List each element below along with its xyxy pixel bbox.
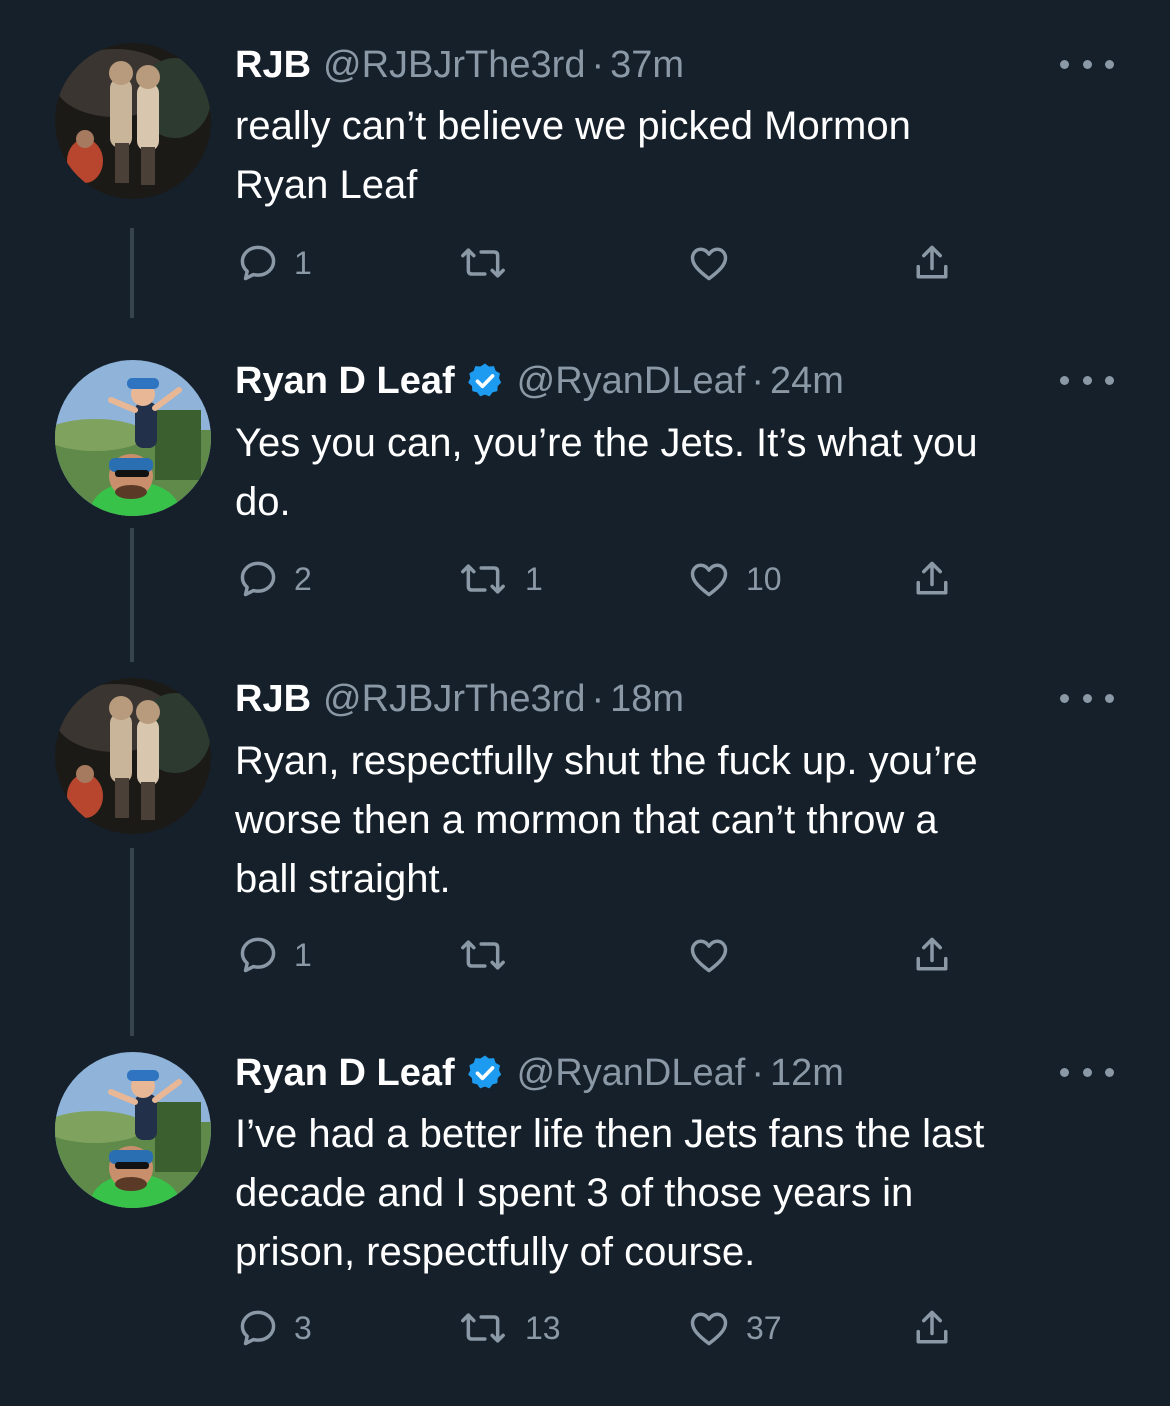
tweet-text-line: ball straight. — [235, 857, 451, 901]
more-options-icon[interactable] — [1060, 1057, 1114, 1087]
tweet-header: Ryan D Leaf @RyanDLeaf · 12m — [235, 1050, 844, 1096]
tweet-text-line: do. — [235, 480, 291, 524]
reply-icon — [240, 937, 276, 973]
display-name[interactable]: Ryan D Leaf — [235, 1050, 455, 1096]
display-name[interactable]: RJB — [235, 676, 311, 722]
reply-icon — [240, 561, 276, 597]
retweet-count: 1 — [525, 560, 543, 597]
tweet-header: RJB @RJBJrThe3rd · 18m — [235, 676, 684, 722]
retweet-icon — [461, 564, 505, 594]
reply-icon — [240, 245, 276, 281]
share-icon — [916, 1310, 948, 1344]
share-icon — [916, 245, 948, 279]
display-name[interactable]: Ryan D Leaf — [235, 358, 455, 404]
display-name[interactable]: RJB — [235, 42, 311, 88]
avatar[interactable] — [55, 360, 211, 516]
tweet-header: RJB @RJBJrThe3rd · 37m — [235, 42, 684, 88]
retweet-button[interactable] — [455, 238, 525, 288]
like-button[interactable]: 37 — [686, 1303, 782, 1353]
avatar-rjb-icon — [55, 678, 211, 834]
more-options-icon[interactable] — [1060, 49, 1114, 79]
avatar-ryan-icon — [55, 1052, 211, 1208]
reply-count: 1 — [294, 244, 312, 281]
reply-count: 1 — [294, 936, 312, 973]
separator-dot: · — [751, 1052, 764, 1094]
like-button[interactable]: 10 — [686, 554, 782, 604]
separator-dot: · — [591, 678, 605, 720]
like-button[interactable] — [686, 930, 746, 980]
tweet-text: Yes you can, you’re the Jets. It’s what … — [235, 414, 1115, 532]
avatar-rjb-icon — [55, 43, 211, 199]
tweet-text: really can’t believe we picked Mormon Ry… — [235, 97, 1115, 215]
avatar-ryan-icon — [55, 360, 211, 516]
reply-button[interactable]: 3 — [236, 1303, 312, 1353]
tweet-actions: 1 — [0, 238, 1170, 288]
tweet-text-line: Ryan Leaf — [235, 163, 418, 207]
heart-icon — [690, 1312, 728, 1346]
retweet-button[interactable] — [455, 930, 525, 980]
tweet[interactable]: Ryan D Leaf @RyanDLeaf · 24m Yes you can… — [0, 318, 1170, 662]
share-icon — [916, 937, 948, 971]
tweet[interactable]: RJB @RJBJrThe3rd · 37m really can’t beli… — [0, 0, 1170, 318]
tweet[interactable]: Ryan D Leaf @RyanDLeaf · 12m I’ve had a … — [0, 1012, 1170, 1406]
verified-badge-icon — [465, 1053, 505, 1093]
tweet-text-line: decade and I spent 3 of those years in — [235, 1171, 914, 1215]
share-button[interactable] — [910, 930, 954, 980]
tweet-text-line: I’ve had a better life then Jets fans th… — [235, 1112, 985, 1156]
retweet-count: 13 — [525, 1309, 561, 1346]
reply-icon — [240, 1310, 276, 1346]
user-handle[interactable]: @RJBJrThe3rd — [323, 42, 585, 88]
user-handle[interactable]: @RyanDLeaf — [517, 1050, 746, 1096]
tweet-text: I’ve had a better life then Jets fans th… — [235, 1105, 1115, 1282]
reply-button[interactable]: 2 — [236, 554, 312, 604]
avatar[interactable] — [55, 43, 211, 199]
tweet-actions: 3 13 37 — [0, 1303, 1170, 1353]
like-button[interactable] — [686, 238, 746, 288]
heart-icon — [690, 563, 728, 597]
tweet-text-line: prison, respectfully of course. — [235, 1230, 756, 1274]
tweet-text-line: worse then a mormon that can’t throw a — [235, 798, 938, 842]
timestamp[interactable]: 18m — [610, 676, 684, 722]
verified-badge-icon — [465, 361, 505, 401]
tweet-text-line: Yes you can, you’re the Jets. It’s what … — [235, 421, 978, 465]
avatar[interactable] — [55, 678, 211, 834]
user-handle[interactable]: @RyanDLeaf — [517, 358, 746, 404]
retweet-icon — [461, 1313, 505, 1343]
timestamp[interactable]: 37m — [610, 42, 684, 88]
share-button[interactable] — [910, 238, 954, 288]
reply-count: 2 — [294, 560, 312, 597]
conversation-thread: RJB @RJBJrThe3rd · 37m really can’t beli… — [0, 0, 1170, 1406]
reply-button[interactable]: 1 — [236, 930, 312, 980]
like-count: 37 — [746, 1309, 782, 1346]
user-handle[interactable]: @RJBJrThe3rd — [323, 676, 585, 722]
retweet-button[interactable]: 1 — [455, 554, 543, 604]
tweet-text: Ryan, respectfully shut the fuck up. you… — [235, 732, 1115, 909]
retweet-button[interactable]: 13 — [455, 1303, 561, 1353]
reply-button[interactable]: 1 — [236, 238, 312, 288]
reply-count: 3 — [294, 1309, 312, 1346]
share-icon — [916, 561, 948, 595]
more-options-icon[interactable] — [1060, 683, 1114, 713]
tweet-text-line: Ryan, respectfully shut the fuck up. you… — [235, 739, 978, 783]
separator-dot: · — [751, 360, 764, 402]
separator-dot: · — [591, 44, 605, 86]
share-button[interactable] — [910, 1303, 954, 1353]
tweet-actions: 1 — [0, 930, 1170, 980]
avatar[interactable] — [55, 1052, 211, 1208]
like-count: 10 — [746, 560, 782, 597]
share-button[interactable] — [910, 554, 954, 604]
tweet-header: Ryan D Leaf @RyanDLeaf · 24m — [235, 358, 844, 404]
retweet-icon — [461, 248, 505, 278]
tweet-text-line: really can’t believe we picked Mormon — [235, 104, 911, 148]
more-options-icon[interactable] — [1060, 365, 1114, 395]
heart-icon — [690, 939, 728, 973]
retweet-icon — [461, 940, 505, 970]
timestamp[interactable]: 12m — [770, 1050, 844, 1096]
timestamp[interactable]: 24m — [770, 358, 844, 404]
heart-icon — [690, 247, 728, 281]
tweet[interactable]: RJB @RJBJrThe3rd · 18m Ryan, respectfull… — [0, 636, 1170, 1036]
tweet-actions: 2 1 10 — [0, 554, 1170, 604]
